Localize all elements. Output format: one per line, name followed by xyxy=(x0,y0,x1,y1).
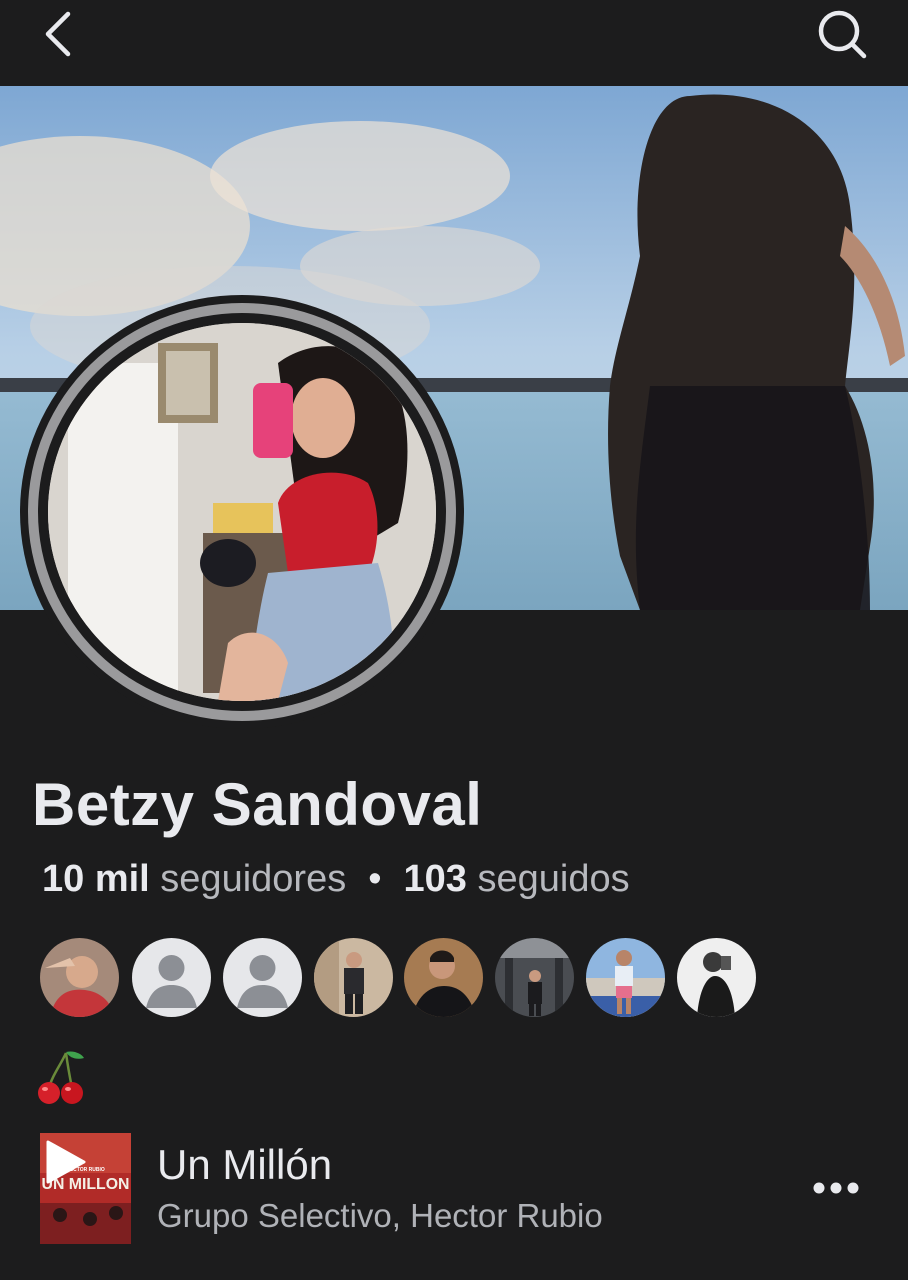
following-label: seguidos xyxy=(477,858,630,900)
friend-avatar[interactable] xyxy=(677,938,756,1017)
search-icon xyxy=(818,10,867,59)
followers-link[interactable]: 10 mil seguidores xyxy=(42,858,346,900)
profile-name: Betzy Sandoval xyxy=(32,771,483,838)
play-icon[interactable] xyxy=(42,1139,88,1185)
default-avatar-icon xyxy=(223,938,302,1017)
followers-count: 10 mil xyxy=(42,858,150,900)
profile-song: HECTOR RUBIO UN MILLON Un Millón Grupo S… xyxy=(40,1133,908,1245)
song-title[interactable]: Un Millón xyxy=(157,1141,332,1189)
profile-photo xyxy=(48,323,436,701)
following-count: 103 xyxy=(403,858,467,900)
friend-avatar[interactable] xyxy=(223,938,302,1017)
back-button[interactable] xyxy=(38,8,86,60)
cherry-icon xyxy=(38,1051,84,1104)
friend-avatar[interactable] xyxy=(40,938,119,1017)
friend-avatar[interactable] xyxy=(495,938,574,1017)
profile-avatar[interactable] xyxy=(20,295,464,729)
follow-stats: 10 mil seguidores • 103 seguidos xyxy=(42,858,630,901)
top-bar xyxy=(0,0,908,86)
stats-separator: • xyxy=(368,858,382,900)
song-artist: Grupo Selectivo, Hector Rubio xyxy=(157,1197,603,1234)
followers-label: seguidores xyxy=(160,858,347,900)
friend-avatar[interactable] xyxy=(314,938,393,1017)
bio-emoji xyxy=(36,1048,86,1106)
song-more-button[interactable] xyxy=(805,1173,867,1203)
default-avatar-icon xyxy=(132,938,211,1017)
friend-avatar[interactable] xyxy=(404,938,483,1017)
following-link[interactable]: 103 seguidos xyxy=(404,858,630,900)
search-button[interactable] xyxy=(812,6,872,62)
back-chevron-icon xyxy=(45,11,71,57)
friend-avatar[interactable] xyxy=(586,938,665,1017)
more-options-icon xyxy=(813,1182,859,1194)
song-album-art[interactable]: HECTOR RUBIO UN MILLON xyxy=(40,1133,131,1244)
friend-avatar[interactable] xyxy=(132,938,211,1017)
